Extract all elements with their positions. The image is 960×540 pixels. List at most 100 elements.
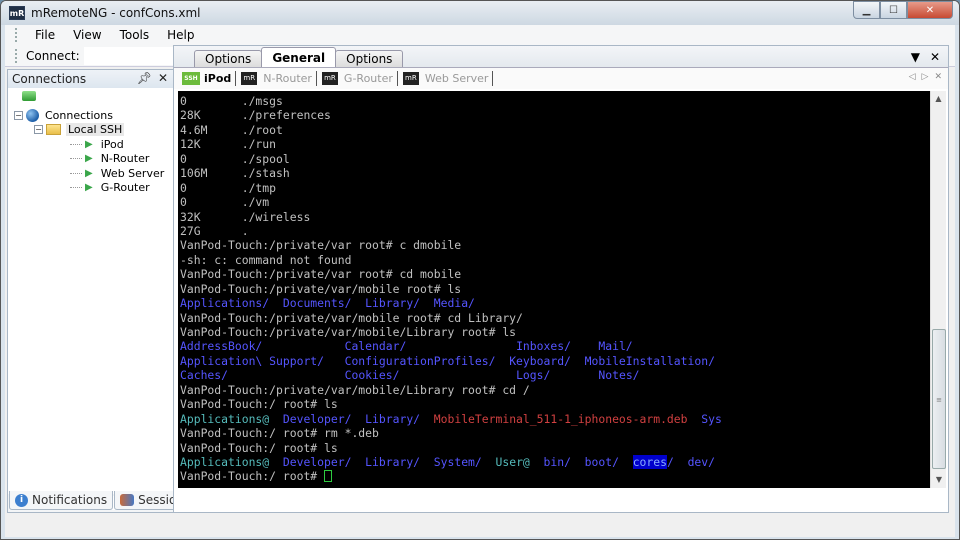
tree-item[interactable]: ▶ Web Server: [14, 166, 174, 181]
session-tab-g-router[interactable]: mR G-Router: [322, 71, 398, 86]
terminal-text: [495, 354, 509, 368]
menu-tools[interactable]: Tools: [111, 28, 159, 42]
scrollbar-thumb[interactable]: ≡: [932, 329, 946, 469]
tree-item[interactable]: ▶ N-Router: [14, 152, 174, 167]
directory-entry: System/: [434, 455, 482, 469]
new-connection-icon[interactable]: [22, 91, 36, 101]
directory-entry: Media/: [434, 296, 475, 310]
play-icon: ▶: [85, 153, 93, 164]
directory-entry: Mail/: [598, 339, 632, 353]
window-title: mRemoteNG - confCons.xml: [31, 6, 201, 20]
maximize-button[interactable]: ☐: [880, 1, 907, 19]
app-window: mR mRemoteNG - confCons.xml ▁ ☐ ✕ File V…: [0, 0, 960, 540]
terminal-line: VanPod-Touch:/private/var root# cd mobil…: [180, 267, 932, 281]
terminal-text: 0 ./tmp: [180, 181, 276, 195]
terminal-line: VanPod-Touch:/ root# ls: [180, 441, 932, 455]
tree-root[interactable]: − Connections: [14, 108, 174, 123]
scroll-left-icon[interactable]: ◁: [909, 72, 916, 82]
connections-panel-title: Connections: [12, 72, 86, 86]
session-tab-n-router[interactable]: mR N-Router: [241, 71, 317, 86]
terminal-line: -sh: c: command not found: [180, 253, 932, 267]
terminal-cursor: [324, 470, 332, 482]
terminal-line: 0 ./spool: [180, 152, 932, 166]
terminal-line: AddressBook/ Calendar/ Inboxes/ Mail/: [180, 339, 932, 353]
terminal-text: [262, 339, 344, 353]
scroll-right-icon[interactable]: ▷: [922, 72, 929, 82]
terminal-line: 106M ./stash: [180, 166, 932, 180]
tab-label: Notifications: [32, 493, 107, 507]
terminal-text: [269, 412, 283, 426]
tree-item[interactable]: ▶ iPod: [14, 137, 174, 152]
terminal-output[interactable]: 0 ./msgs28K ./preferences4.6M ./root12K …: [178, 91, 932, 488]
symlink-entry: Applications@: [180, 412, 269, 426]
terminal-text: [482, 455, 496, 469]
menu-help[interactable]: Help: [158, 28, 203, 42]
app-icon: mR: [9, 6, 25, 20]
directory-entry: bin/: [544, 455, 571, 469]
tab-options-2[interactable]: Options: [335, 50, 403, 67]
directory-entry: Developer/: [283, 455, 352, 469]
terminal-text: [571, 339, 598, 353]
terminal-line: 4.6M ./root: [180, 123, 932, 137]
terminal-line: VanPod-Touch:/private/var/mobile root# l…: [180, 282, 932, 296]
directory-entry: Cookies/: [345, 368, 400, 382]
tree-folder[interactable]: − Local SSH: [14, 123, 174, 138]
terminal-text: [324, 354, 345, 368]
terminal-line: 28K ./preferences: [180, 108, 932, 122]
terminal-line: 0 ./vm: [180, 195, 932, 209]
symlink-entry: Applications@: [180, 455, 269, 469]
info-icon: i: [15, 494, 28, 507]
terminal-text: [269, 296, 283, 310]
terminal-line: 27G .: [180, 224, 932, 238]
play-icon: ▶: [85, 168, 93, 179]
terminal-text: [571, 354, 585, 368]
tree-item-label: G-Router: [101, 181, 150, 194]
directory-entry: MobileInstallation/: [585, 354, 715, 368]
directory-entry: Sys: [701, 412, 722, 426]
collapse-icon[interactable]: −: [34, 125, 43, 134]
session-tab-label: G-Router: [344, 72, 393, 85]
tab-options-1[interactable]: Options: [194, 50, 262, 67]
terminal-text: VanPod-Touch:/ root# rm *.deb: [180, 426, 379, 440]
terminal-text: 12K ./run: [180, 137, 276, 151]
tab-general[interactable]: General: [261, 47, 336, 67]
tab-notifications[interactable]: i Notifications: [9, 491, 113, 510]
close-button[interactable]: ✕: [907, 1, 953, 19]
session-tab-web-server[interactable]: mR Web Server: [403, 71, 494, 86]
menu-file[interactable]: File: [26, 28, 64, 42]
connections-panel: Connections 📌︎ ✕ − Connections − Local S…: [7, 69, 175, 513]
scroll-up-icon[interactable]: ▲: [931, 91, 946, 107]
pin-icon[interactable]: 📌︎: [137, 71, 152, 85]
directory-entry: Calendar/: [345, 339, 407, 353]
selected-text: cores: [633, 455, 667, 469]
menu-view[interactable]: View: [64, 28, 110, 42]
terminal-text: 106M ./stash: [180, 166, 290, 180]
collapse-icon[interactable]: −: [14, 111, 23, 120]
terminal-line: 0 ./tmp: [180, 181, 932, 195]
menu-grip[interactable]: [15, 28, 18, 42]
scroll-down-icon[interactable]: ▼: [931, 472, 947, 488]
directory-entry: Documents/: [283, 296, 352, 310]
panel-close-icon[interactable]: ✕: [158, 71, 168, 85]
minimize-button[interactable]: ▁: [853, 1, 880, 19]
document-close-icon[interactable]: ✕: [930, 50, 940, 64]
terminal-text: [420, 296, 434, 310]
session-tab-ipod[interactable]: SSH iPod: [182, 71, 236, 86]
directory-entry: Logs/: [516, 368, 550, 382]
terminal-text: [351, 296, 365, 310]
directory-entry: Library/: [365, 455, 420, 469]
terminal-line: Application\ Support/ ConfigurationProfi…: [180, 354, 932, 368]
terminal-text: -sh: c: command not found: [180, 253, 351, 267]
terminal-line: VanPod-Touch:/private/var/mobile root# c…: [180, 311, 932, 325]
terminal-line: VanPod-Touch:/ root#: [180, 469, 932, 483]
tree-item[interactable]: ▶ G-Router: [14, 181, 174, 196]
terminal-text: VanPod-Touch:/private/var root# c dmobil…: [180, 238, 461, 252]
terminal-text: 0 ./msgs: [180, 94, 283, 108]
session-close-icon[interactable]: ✕: [934, 72, 942, 82]
toolbar-grip[interactable]: [15, 49, 18, 63]
terminal-scrollbar[interactable]: ▲ ≡ ▼: [930, 91, 946, 488]
tab-list-dropdown-icon[interactable]: ▼: [911, 50, 920, 64]
tree-line: [70, 173, 82, 174]
directory-entry: Applications/: [180, 296, 269, 310]
terminal-line: VanPod-Touch:/private/var/mobile/Library…: [180, 325, 932, 339]
